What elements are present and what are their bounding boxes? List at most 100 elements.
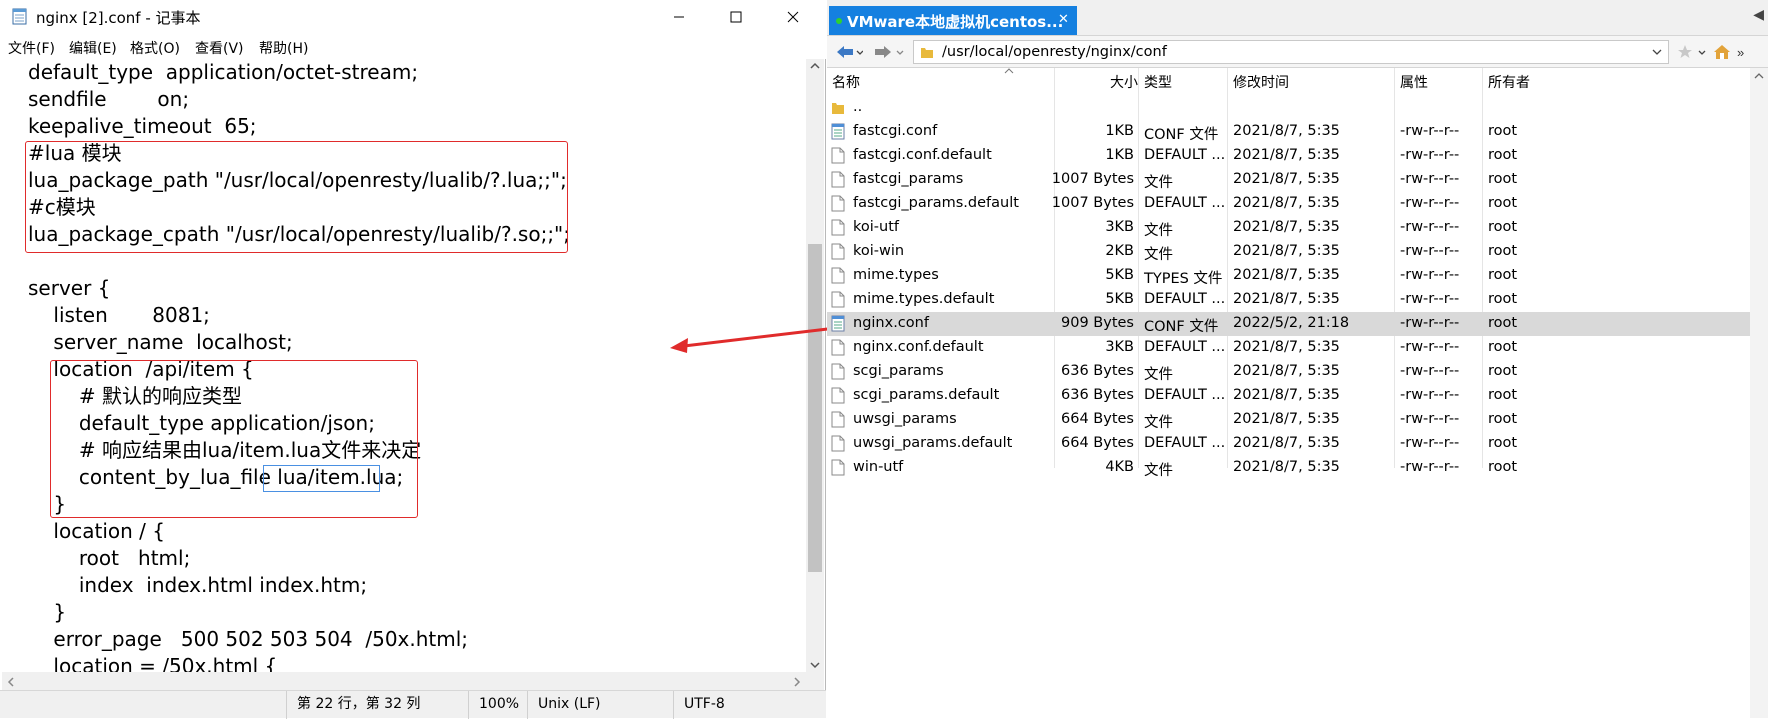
cursor-position: 第 22 行，第 32 列 <box>286 691 468 719</box>
file-attributes: -rw-r--r-- <box>1400 267 1460 283</box>
file-row[interactable]: fastcgi_params.default 1007 Bytes DEFAULT … <box>827 192 1768 216</box>
file-type: 文件 <box>1144 367 1173 383</box>
file-name: .. <box>853 99 863 115</box>
file-modified: 2022/5/2, 21:18 <box>1233 315 1350 331</box>
scroll-up-icon[interactable] <box>1754 72 1764 80</box>
conf-file-icon <box>831 123 845 140</box>
chevron-down-icon[interactable] <box>1652 48 1662 56</box>
file-row[interactable]: .. <box>827 96 1768 120</box>
menu-file[interactable]: 文件(F) <box>8 38 55 58</box>
minimize-icon <box>674 16 684 17</box>
scrollbar-thumb[interactable] <box>808 244 822 572</box>
home-icon <box>1714 45 1730 59</box>
column-size[interactable]: 大小 <box>1110 72 1138 92</box>
file-name: fastcgi_params <box>853 171 964 187</box>
file-row[interactable]: nginx.conf 909 Bytes CONF 文件 2022/5/2, 21:1… <box>827 312 1768 336</box>
text-selection <box>263 465 380 492</box>
file-name: mime.types.default <box>853 291 995 307</box>
file-row[interactable]: uwsgi_params.default 664 Bytes DEFAULT ...… <box>827 432 1768 456</box>
close-button[interactable] <box>770 0 816 33</box>
vertical-scrollbar[interactable] <box>806 59 824 672</box>
file-row[interactable]: nginx.conf.default 3KB DEFAULT ... 2021/8/7… <box>827 336 1768 360</box>
path-input[interactable]: /usr/local/openresty/nginx/conf <box>913 40 1669 64</box>
scroll-up-icon[interactable] <box>810 62 820 70</box>
lua-module-highlight-box <box>25 141 568 253</box>
menu-edit[interactable]: 编辑(E) <box>69 38 117 58</box>
file-modified: 2021/8/7, 5:35 <box>1233 267 1340 283</box>
notepad-icon <box>12 8 27 25</box>
file-owner: root <box>1488 363 1518 379</box>
column-attributes[interactable]: 属性 <box>1400 72 1428 92</box>
zoom-level: 100% <box>468 691 527 719</box>
line-ending: Unix (LF) <box>527 691 673 719</box>
code-line: location = /50x.html { <box>28 654 278 672</box>
conf-file-icon <box>831 315 845 332</box>
file-owner: root <box>1488 339 1518 355</box>
column-modified[interactable]: 修改时间 <box>1233 72 1289 92</box>
file-row[interactable]: mime.types 5KB TYPES 文件 2021/8/7, 5:35 -rw-r… <box>827 264 1768 288</box>
file-row[interactable]: uwsgi_params 664 Bytes 文件 2021/8/7, 5:35 -rw… <box>827 408 1768 432</box>
file-size: 1KB <box>1105 147 1134 163</box>
home-button[interactable] <box>1713 40 1731 64</box>
file-attributes: -rw-r--r-- <box>1400 435 1460 451</box>
file-owner: root <box>1488 267 1518 283</box>
file-attributes: -rw-r--r-- <box>1400 171 1460 187</box>
scroll-left-icon[interactable] <box>7 677 15 687</box>
file-row[interactable]: mime.types.default 5KB DEFAULT ... 2021/8/7… <box>827 288 1768 312</box>
file-owner: root <box>1488 243 1518 259</box>
file-size: 636 Bytes <box>1061 363 1134 379</box>
scrollbar-corner <box>806 672 824 690</box>
more-button[interactable]: » <box>1737 40 1744 64</box>
menu-help[interactable]: 帮助(H) <box>259 38 308 58</box>
file-name: nginx.conf.default <box>853 339 984 355</box>
menu-bar: 文件(F) 编辑(E) 格式(O) 查看(V) 帮助(H) <box>0 33 826 59</box>
file-type: DEFAULT ... <box>1144 147 1226 163</box>
horizontal-scrollbar[interactable] <box>2 672 806 690</box>
bookmark-button[interactable] <box>1677 40 1709 64</box>
file-size: 1KB <box>1105 123 1134 139</box>
file-icon <box>831 195 845 212</box>
file-modified: 2021/8/7, 5:35 <box>1233 123 1340 139</box>
forward-button[interactable] <box>873 40 907 64</box>
file-icon <box>831 459 845 476</box>
tab-vmware-centos[interactable]: VMware本地虚拟机centos... ✕ <box>829 6 1077 35</box>
minimize-button[interactable] <box>656 0 702 33</box>
menu-view[interactable]: 查看(V) <box>195 38 244 58</box>
tab-close-icon[interactable]: ✕ <box>1058 11 1069 27</box>
column-type[interactable]: 类型 <box>1144 72 1172 92</box>
code-line: error_page 500 502 503 504 /50x.html; <box>28 627 469 651</box>
file-row[interactable]: win-utf 4KB 文件 2021/8/7, 5:35 -rw-r--r-- root <box>827 456 1768 480</box>
file-size: 664 Bytes <box>1061 435 1134 451</box>
file-modified: 2021/8/7, 5:35 <box>1233 219 1340 235</box>
file-row[interactable]: koi-utf 3KB 文件 2021/8/7, 5:35 -rw-r--r-- root <box>827 216 1768 240</box>
file-row[interactable]: scgi_params 636 Bytes 文件 2021/8/7, 5:35 -rw-… <box>827 360 1768 384</box>
tab-bar: VMware本地虚拟机centos... ✕ ◀ <box>827 0 1768 36</box>
back-button[interactable] <box>835 40 863 64</box>
menu-format[interactable]: 格式(O) <box>130 38 180 58</box>
file-attributes: -rw-r--r-- <box>1400 411 1460 427</box>
code-line: keepalive_timeout 65; <box>28 114 257 138</box>
file-type: 文件 <box>1144 415 1173 431</box>
text-editor[interactable]: default_type application/octet-stream; s… <box>2 59 806 672</box>
tab-scroll-icon[interactable]: ◀ <box>1753 6 1764 23</box>
file-attributes: -rw-r--r-- <box>1400 459 1460 475</box>
maximize-button[interactable] <box>713 0 759 33</box>
code-line: server_name localhost; <box>28 330 293 354</box>
scroll-down-icon[interactable] <box>810 661 820 669</box>
file-icon <box>831 435 845 452</box>
file-row[interactable]: fastcgi.conf 1KB CONF 文件 2021/8/7, 5:35 -rw-… <box>827 120 1768 144</box>
file-row[interactable]: fastcgi_params 1007 Bytes 文件 2021/8/7, 5:35… <box>827 168 1768 192</box>
scroll-right-icon[interactable] <box>793 677 801 687</box>
file-row[interactable]: scgi_params.default 636 Bytes DEFAULT ... 2… <box>827 384 1768 408</box>
file-attributes: -rw-r--r-- <box>1400 387 1460 403</box>
file-attributes: -rw-r--r-- <box>1400 363 1460 379</box>
file-size: 2KB <box>1105 243 1134 259</box>
file-row[interactable]: fastcgi.conf.default 1KB DEFAULT ... 2021/8… <box>827 144 1768 168</box>
file-list-scrollbar[interactable] <box>1750 68 1768 718</box>
column-name[interactable]: 名称 <box>832 72 860 92</box>
file-row[interactable]: koi-win 2KB 文件 2021/8/7, 5:35 -rw-r--r-- root <box>827 240 1768 264</box>
file-attributes: -rw-r--r-- <box>1400 219 1460 235</box>
file-name: uwsgi_params <box>853 411 957 427</box>
folder-icon <box>832 103 844 114</box>
column-owner[interactable]: 所有者 <box>1488 72 1530 92</box>
